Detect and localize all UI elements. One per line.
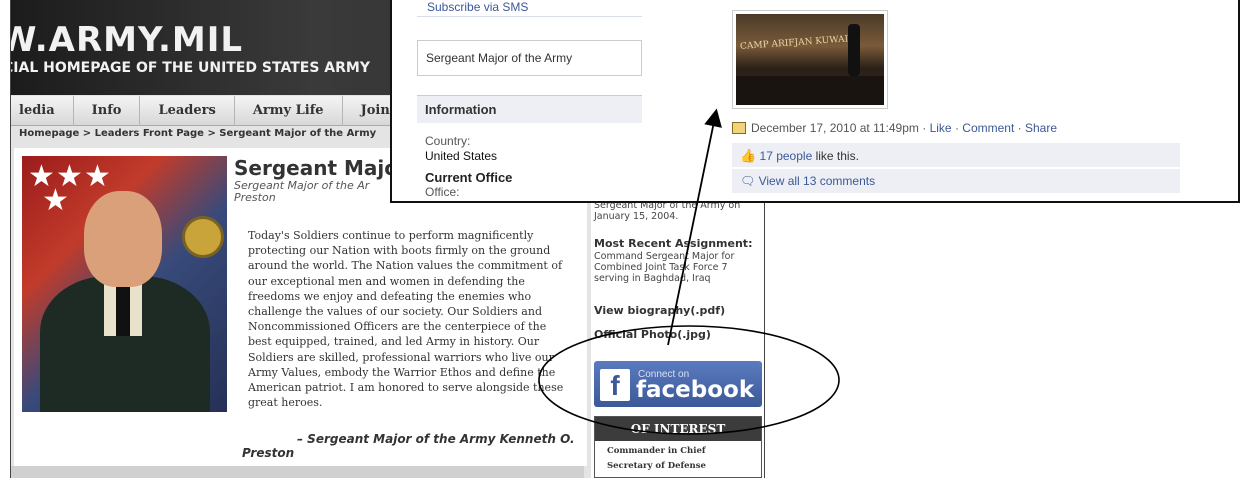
connect-on-facebook-button[interactable]: f Connect on facebook	[594, 361, 762, 407]
separator-dot: ·	[1017, 121, 1025, 135]
nav-item-leaders[interactable]: Leaders	[140, 95, 235, 126]
interest-link-secdef[interactable]: Secretary of Defense	[595, 461, 761, 471]
information-body: Country: United States Current Office Of…	[425, 134, 512, 200]
separator-dot: ·	[922, 121, 930, 135]
army-logo[interactable]: W.ARMY.MIL	[11, 20, 243, 60]
view-all-comments-link[interactable]: View all 13 comments	[759, 174, 876, 188]
nav-item-army-life[interactable]: Army Life	[235, 95, 343, 126]
like-link[interactable]: Like	[930, 121, 952, 135]
official-photo-link[interactable]: Official Photo(.jpg)	[594, 329, 764, 340]
footer-strip	[11, 466, 584, 478]
facebook-page-inset: Subscribe via SMS Sergeant Major of the …	[390, 0, 1240, 203]
likes-text: like this.	[812, 149, 859, 163]
nav-item-info[interactable]: Info	[74, 95, 141, 126]
page-name-box[interactable]: Sergeant Major of the Army	[417, 40, 642, 76]
country-value: United States	[425, 149, 498, 163]
recent-assignment-text: Command Sergeant Major for Combined Join…	[594, 251, 735, 284]
subtitle-name: Preston	[234, 191, 276, 204]
likes-count-link[interactable]: 17 people	[760, 149, 813, 163]
of-interest-heading: OF INTEREST	[595, 417, 761, 441]
nav-item-media[interactable]: ledia	[11, 95, 74, 126]
stage	[736, 76, 884, 105]
information-heading: Information	[417, 95, 642, 123]
biography-link[interactable]: View biography(.pdf)	[594, 305, 764, 316]
army-emblem	[182, 216, 224, 258]
comments-row[interactable]: 🗨 View all 13 comments	[732, 169, 1180, 193]
photo-banner-text: CAMP ARIFJAN KUWAIT	[739, 34, 855, 52]
quote-text: Today's Soldiers continue to perform mag…	[248, 229, 564, 410]
interest-link-commander[interactable]: Commander in Chief	[595, 446, 761, 456]
post-photo[interactable]: CAMP ARIFJAN KUWAIT	[732, 10, 888, 109]
breadcrumb[interactable]: Homepage > Leaders Front Page > Sergeant…	[19, 128, 376, 139]
photo-post-icon	[732, 122, 746, 134]
page-subtitle: Sergeant Major of the Ar Preston	[234, 180, 394, 204]
divider	[417, 16, 642, 17]
tie	[116, 281, 130, 336]
share-link[interactable]: Share	[1025, 121, 1057, 135]
army-tagline: CIAL HOMEPAGE OF THE UNITED STATES ARMY	[10, 60, 370, 76]
country-label: Country:	[425, 134, 471, 148]
concert-photo: CAMP ARIFJAN KUWAIT	[736, 14, 884, 105]
recent-assignment-heading: Most Recent Assignment:	[594, 237, 753, 250]
subscribe-sms-link[interactable]: Subscribe via SMS	[427, 0, 528, 14]
likes-row: 👍 17 people like this.	[732, 143, 1180, 167]
star-icon: ★	[42, 184, 69, 217]
comment-link[interactable]: Comment	[962, 121, 1014, 135]
quote-signature: – Sergeant Major of the Army Kenneth O. …	[242, 432, 575, 460]
facebook-wordmark: facebook	[636, 377, 755, 403]
office-label: Office:	[425, 185, 460, 199]
performer-figure	[848, 24, 860, 76]
facebook-icon: f	[600, 369, 630, 401]
page-title: Sergeant Major	[234, 156, 408, 180]
star-icon: ★	[84, 160, 111, 193]
post-date[interactable]: December 17, 2010 at 11:49pm	[751, 121, 919, 135]
thumbs-up-icon: 👍	[740, 148, 757, 163]
sidebar-date: January 15, 2004.	[594, 211, 679, 222]
comment-bubble-icon: 🗨	[740, 174, 756, 188]
current-office-heading: Current Office	[425, 170, 513, 185]
portrait-image: ★ ★ ★ ★	[22, 156, 227, 412]
of-interest-box: OF INTEREST Commander in Chief Secretary…	[594, 416, 762, 478]
face	[84, 191, 162, 287]
post-meta: December 17, 2010 at 11:49pm · Like · Co…	[732, 121, 1057, 135]
